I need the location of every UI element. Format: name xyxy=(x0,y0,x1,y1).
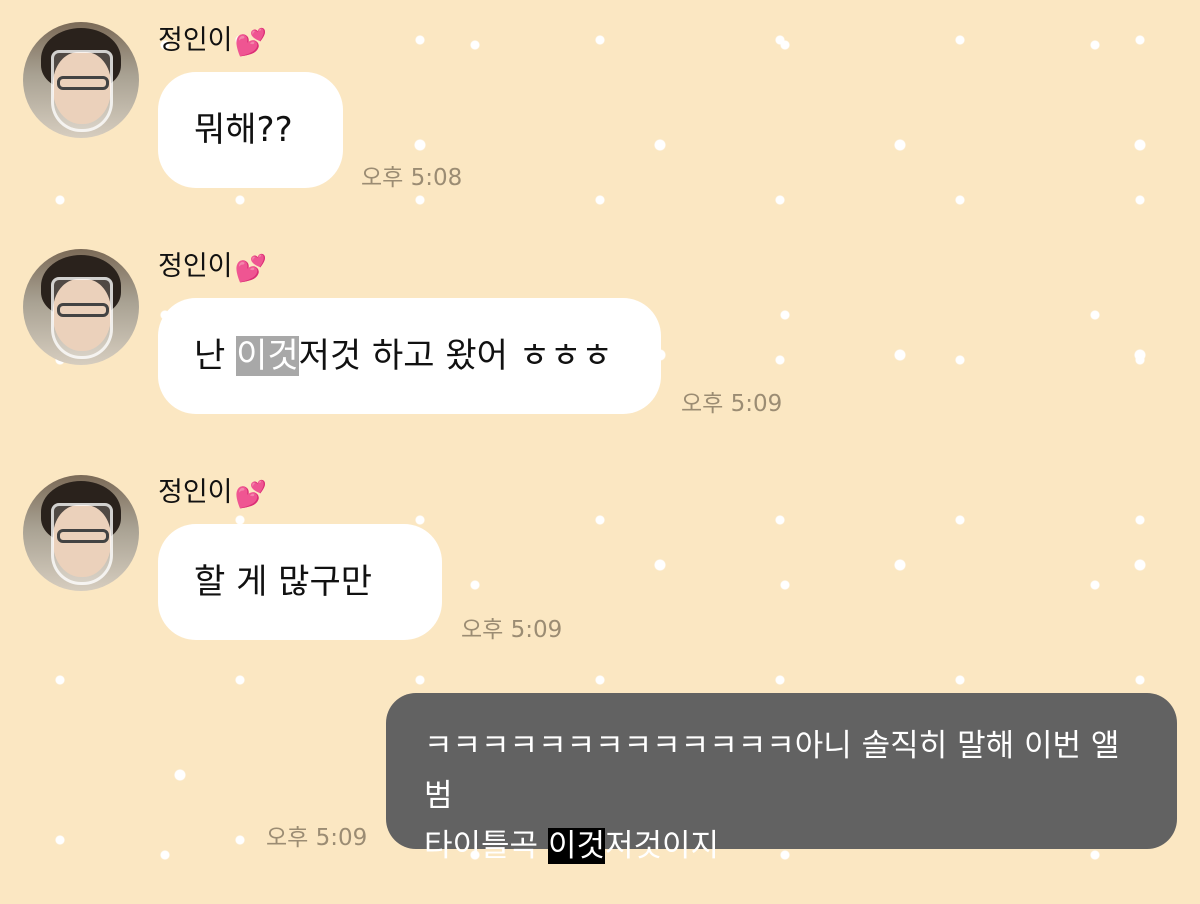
chat-screen: { "messages": [ { "sender": "정인이", "send… xyxy=(0,0,1200,904)
sender-name: 정인이💕 xyxy=(158,477,267,510)
avatar[interactable] xyxy=(23,475,139,591)
two-hearts-icon: 💕 xyxy=(234,480,267,510)
sent-message-bubble[interactable]: ㅋㅋㅋㅋㅋㅋㅋㅋㅋㅋㅋㅋㅋ아니 솔직히 말해 이번 앨범 타이틀곡 이것저것이지 xyxy=(386,693,1177,864)
highlighted-text: 이것 xyxy=(236,336,299,376)
avatar[interactable] xyxy=(23,249,139,365)
sent-message-line: 타이틀곡 이것저것이지 xyxy=(424,828,720,864)
sent-message-line: ㅋㅋㅋㅋㅋㅋㅋㅋㅋㅋㅋㅋㅋ아니 솔직히 말해 이번 앨범 xyxy=(424,728,1120,814)
message-text: 뭐해?? xyxy=(194,110,293,150)
message-bubble[interactable]: 할 게 많구만 xyxy=(158,524,442,640)
highlighted-text: 이것 xyxy=(547,828,605,864)
two-hearts-icon: 💕 xyxy=(234,254,267,284)
sender-name: 정인이💕 xyxy=(158,251,267,284)
message-bubble[interactable]: 난 이것저것 하고 왔어 ㅎㅎㅎ xyxy=(158,298,661,414)
avatar[interactable] xyxy=(23,22,139,138)
sent-message-timestamp: 오후 5:09 xyxy=(266,825,368,851)
message-text: 난 이것저것 하고 왔어 ㅎㅎㅎ xyxy=(194,336,613,376)
two-hearts-icon: 💕 xyxy=(234,28,267,58)
message-timestamp: 오후 5:08 xyxy=(361,165,463,191)
sender-name: 정인이💕 xyxy=(158,25,267,58)
message-timestamp: 오후 5:09 xyxy=(681,391,783,417)
message-text: 할 게 많구만 xyxy=(194,562,373,602)
message-bubble[interactable]: 뭐해?? xyxy=(158,72,343,188)
message-timestamp: 오후 5:09 xyxy=(461,617,563,643)
